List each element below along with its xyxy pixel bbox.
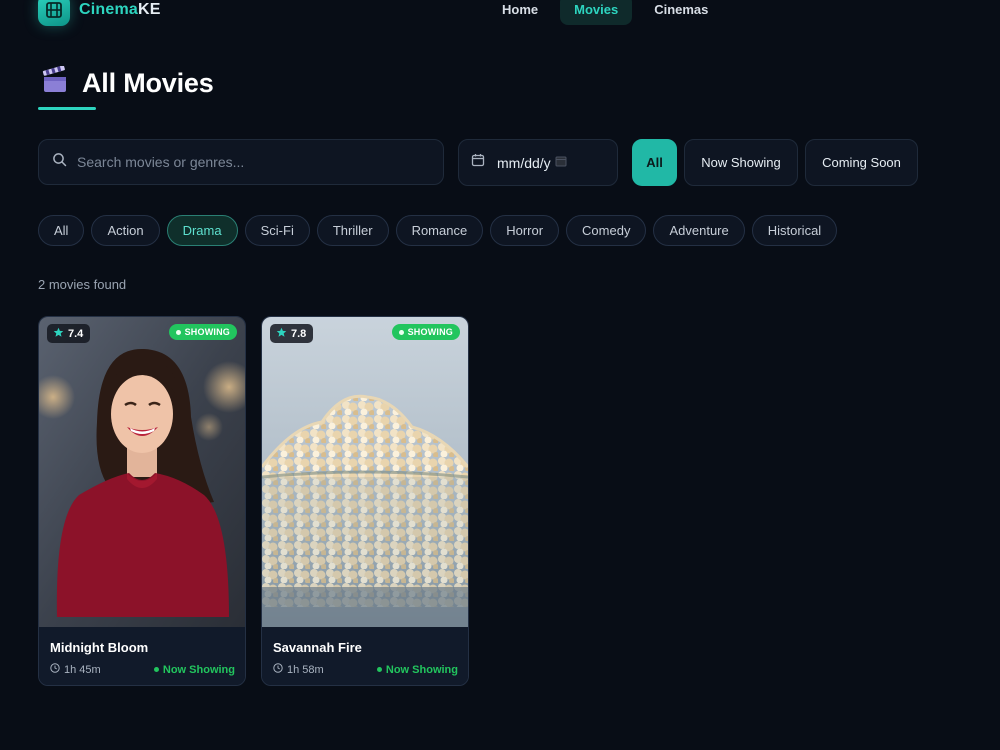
rating-badge: 7.8 — [270, 324, 314, 343]
filter-now-showing-button[interactable]: Now Showing — [684, 139, 798, 186]
movie-duration: 1h 58m — [273, 663, 324, 676]
movie-card[interactable]: 7.4 SHOWING Midnight Bloom 1h 45m Now Sh… — [38, 316, 246, 686]
clock-icon — [50, 663, 60, 676]
nav-movies[interactable]: Movies — [560, 0, 633, 25]
search-input[interactable] — [77, 154, 417, 170]
date-picker-icon[interactable] — [555, 154, 567, 172]
date-filter[interactable]: mm/dd/y — [458, 139, 618, 186]
page-title: All Movies — [82, 68, 214, 98]
genre-chip-thriller[interactable]: Thriller — [316, 215, 389, 246]
brand-name: CinemaKE — [79, 1, 161, 18]
clock-icon — [273, 663, 283, 676]
status-dot — [175, 329, 181, 335]
status-dot — [398, 329, 404, 335]
genre-chip-horror[interactable]: Horror — [490, 215, 560, 246]
star-icon — [53, 327, 64, 341]
movie-meta: 1h 58m Now Showing — [273, 663, 458, 676]
star-icon — [276, 327, 287, 341]
movie-title: Savannah Fire — [273, 640, 362, 655]
movie-poster — [39, 317, 245, 627]
genre-chip-romance[interactable]: Romance — [395, 215, 484, 246]
showing-dot — [153, 667, 159, 672]
filter-coming-soon-button[interactable]: Coming Soon — [805, 139, 918, 186]
page-heading: All Movies — [40, 65, 214, 101]
filter-all-button[interactable]: All — [632, 139, 677, 186]
genre-chips: All Action Drama Sci-Fi Thriller Romance… — [38, 215, 838, 246]
status-badge-label: SHOWING — [184, 327, 230, 337]
genre-chip-scifi[interactable]: Sci-Fi — [244, 215, 310, 246]
rating-value: 7.4 — [68, 327, 84, 340]
main-nav: Home Movies Cinemas — [488, 0, 722, 25]
clapperboard-icon — [40, 65, 70, 101]
status-badge: SHOWING — [168, 324, 237, 340]
genre-chip-drama[interactable]: Drama — [166, 215, 238, 246]
nav-home[interactable]: Home — [488, 0, 552, 25]
calendar-icon — [471, 153, 485, 172]
top-navbar: CinemaKE Home Movies Cinemas — [0, 0, 1000, 26]
movie-info: Midnight Bloom 1h 45m Now Showing — [39, 627, 245, 685]
rating-badge: 7.4 — [47, 324, 91, 343]
showing-text: Now Showing — [162, 663, 235, 676]
genre-chip-adventure[interactable]: Adventure — [653, 215, 745, 246]
brand-logo[interactable]: CinemaKE — [38, 0, 161, 26]
movie-duration: 1h 45m — [50, 663, 101, 676]
film-icon — [38, 0, 70, 26]
search-icon — [52, 152, 67, 172]
movie-card[interactable]: 7.8 SHOWING Savannah Fire 1h 58m Now Sho… — [261, 316, 469, 686]
genre-chip-comedy[interactable]: Comedy — [566, 215, 647, 246]
movie-info: Savannah Fire 1h 58m Now Showing — [262, 627, 468, 685]
title-underline — [38, 107, 96, 110]
duration-text: 1h 45m — [64, 663, 101, 676]
movie-meta: 1h 45m Now Showing — [50, 663, 235, 676]
results-count: 2 movies found — [38, 277, 127, 292]
status-badge-label: SHOWING — [407, 327, 453, 337]
showing-status: Now Showing — [153, 663, 235, 676]
search-box[interactable] — [38, 139, 444, 185]
nav-cinemas[interactable]: Cinemas — [640, 0, 722, 25]
genre-chip-action[interactable]: Action — [91, 215, 160, 246]
rating-value: 7.8 — [291, 327, 307, 340]
movie-poster — [262, 317, 468, 627]
movie-title: Midnight Bloom — [50, 640, 149, 655]
genre-chip-all[interactable]: All — [38, 215, 85, 246]
showing-status: Now Showing — [376, 663, 458, 676]
showing-dot — [376, 667, 382, 672]
genre-chip-historical[interactable]: Historical — [751, 215, 838, 246]
duration-text: 1h 58m — [287, 663, 324, 676]
status-badge: SHOWING — [391, 324, 460, 340]
showing-text: Now Showing — [385, 663, 458, 676]
date-value: mm/dd/y — [497, 154, 551, 171]
